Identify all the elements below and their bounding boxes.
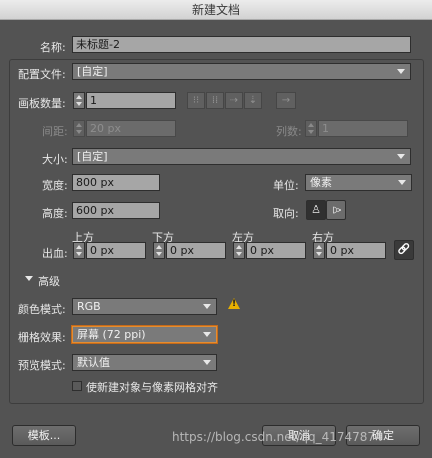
stepper-down-icon: [316, 252, 322, 256]
watermark-text: https://blog.csdn.net/qq_41747874: [172, 430, 383, 444]
chevron-down-icon: [398, 180, 406, 185]
disclosure-triangle-icon[interactable]: [25, 276, 33, 281]
stepper-down-icon: [76, 252, 82, 256]
profile-label: 配置文件:: [18, 68, 66, 81]
bleed-left-stepper[interactable]: [233, 242, 245, 259]
chevron-down-icon: [203, 332, 211, 337]
grid-by-column-icon: ⁞⁞: [206, 92, 224, 109]
advanced-label: 高级: [38, 275, 60, 288]
columns-input: 1: [318, 120, 408, 137]
raster-effects-value: 屏幕 (72 ppi): [77, 328, 146, 341]
height-input[interactable]: 600 px: [72, 202, 160, 219]
units-select[interactable]: 像素: [305, 174, 412, 191]
units-label: 单位:: [273, 179, 299, 192]
chevron-down-icon: [203, 360, 211, 365]
raster-effects-select[interactable]: 屏幕 (72 ppi): [72, 326, 217, 343]
stepper-down-icon: [76, 102, 82, 106]
stepper-down-icon: [156, 252, 162, 256]
stepper-up-icon: [76, 123, 82, 127]
stepper-down-icon: [76, 130, 82, 134]
chevron-down-icon: [203, 304, 211, 309]
bleed-link-button[interactable]: 🔗: [394, 240, 414, 260]
color-mode-value: RGB: [77, 300, 101, 313]
color-mode-select[interactable]: RGB: [72, 298, 217, 315]
size-select-value: [自定]: [77, 150, 108, 163]
preview-mode-label: 预览模式:: [18, 359, 66, 372]
units-select-value: 像素: [310, 176, 332, 189]
bleed-top-input[interactable]: 0 px: [86, 242, 146, 259]
size-label: 大小:: [42, 153, 68, 166]
bleed-bottom-input[interactable]: 0 px: [166, 242, 226, 259]
arrange-by-column-icon: ⇣: [244, 92, 262, 109]
name-input[interactable]: 未标题-2: [72, 36, 411, 53]
stepper-down-icon: [236, 252, 242, 256]
name-label: 名称:: [40, 41, 66, 54]
profile-select-value: [自定]: [77, 65, 108, 78]
stepper-up-icon: [308, 123, 314, 127]
stepper-up-icon: [236, 245, 242, 249]
warning-mark: !: [232, 299, 237, 309]
color-mode-label: 颜色模式:: [18, 303, 66, 316]
align-pixel-grid-label: 使新建对象与像素网格对齐: [86, 381, 218, 394]
stepper-up-icon: [156, 245, 162, 249]
bleed-right-input[interactable]: 0 px: [326, 242, 386, 259]
bleed-label: 出血:: [42, 247, 68, 260]
artboard-count-input[interactable]: 1: [86, 92, 176, 109]
portrait-icon: ♙: [311, 203, 321, 216]
columns-label: 列数:: [276, 125, 302, 138]
right-to-left-icon: →: [276, 92, 296, 109]
columns-stepper: [305, 120, 317, 137]
arrange-by-row-icon: ⇢: [225, 92, 243, 109]
height-label: 高度:: [42, 207, 68, 220]
preview-mode-value: 默认值: [77, 356, 110, 369]
landscape-orientation-button[interactable]: ♙: [326, 200, 346, 220]
spacing-input: 20 px: [86, 120, 176, 137]
stepper-up-icon: [76, 245, 82, 249]
size-select[interactable]: [自定]: [72, 148, 411, 165]
spacing-stepper: [73, 120, 85, 137]
grid-by-row-icon: ⁝⁝: [187, 92, 205, 109]
chevron-down-icon: [397, 154, 405, 159]
align-pixel-grid-checkbox[interactable]: [72, 381, 82, 391]
artboard-count-label: 画板数量:: [18, 97, 66, 110]
window-title: 新建文档: [0, 0, 432, 20]
bleed-top-stepper[interactable]: [73, 242, 85, 259]
bleed-right-stepper[interactable]: [313, 242, 325, 259]
stepper-down-icon: [308, 130, 314, 134]
width-label: 宽度:: [42, 179, 68, 192]
stepper-up-icon: [316, 245, 322, 249]
templates-button[interactable]: 模板...: [12, 425, 76, 446]
link-icon: 🔗: [397, 244, 411, 255]
profile-select[interactable]: [自定]: [72, 63, 411, 80]
orientation-label: 取向:: [273, 207, 299, 220]
stepper-up-icon: [76, 95, 82, 99]
portrait-orientation-button[interactable]: ♙: [306, 200, 326, 220]
landscape-icon: ♙: [330, 205, 343, 215]
width-input[interactable]: 800 px: [72, 174, 160, 191]
chevron-down-icon: [397, 69, 405, 74]
bleed-left-input[interactable]: 0 px: [246, 242, 306, 259]
spacing-label: 间距:: [42, 125, 68, 138]
bleed-bottom-stepper[interactable]: [153, 242, 165, 259]
artboard-count-stepper[interactable]: [73, 92, 85, 109]
raster-effects-label: 栅格效果:: [18, 331, 66, 344]
preview-mode-select[interactable]: 默认值: [72, 354, 217, 371]
